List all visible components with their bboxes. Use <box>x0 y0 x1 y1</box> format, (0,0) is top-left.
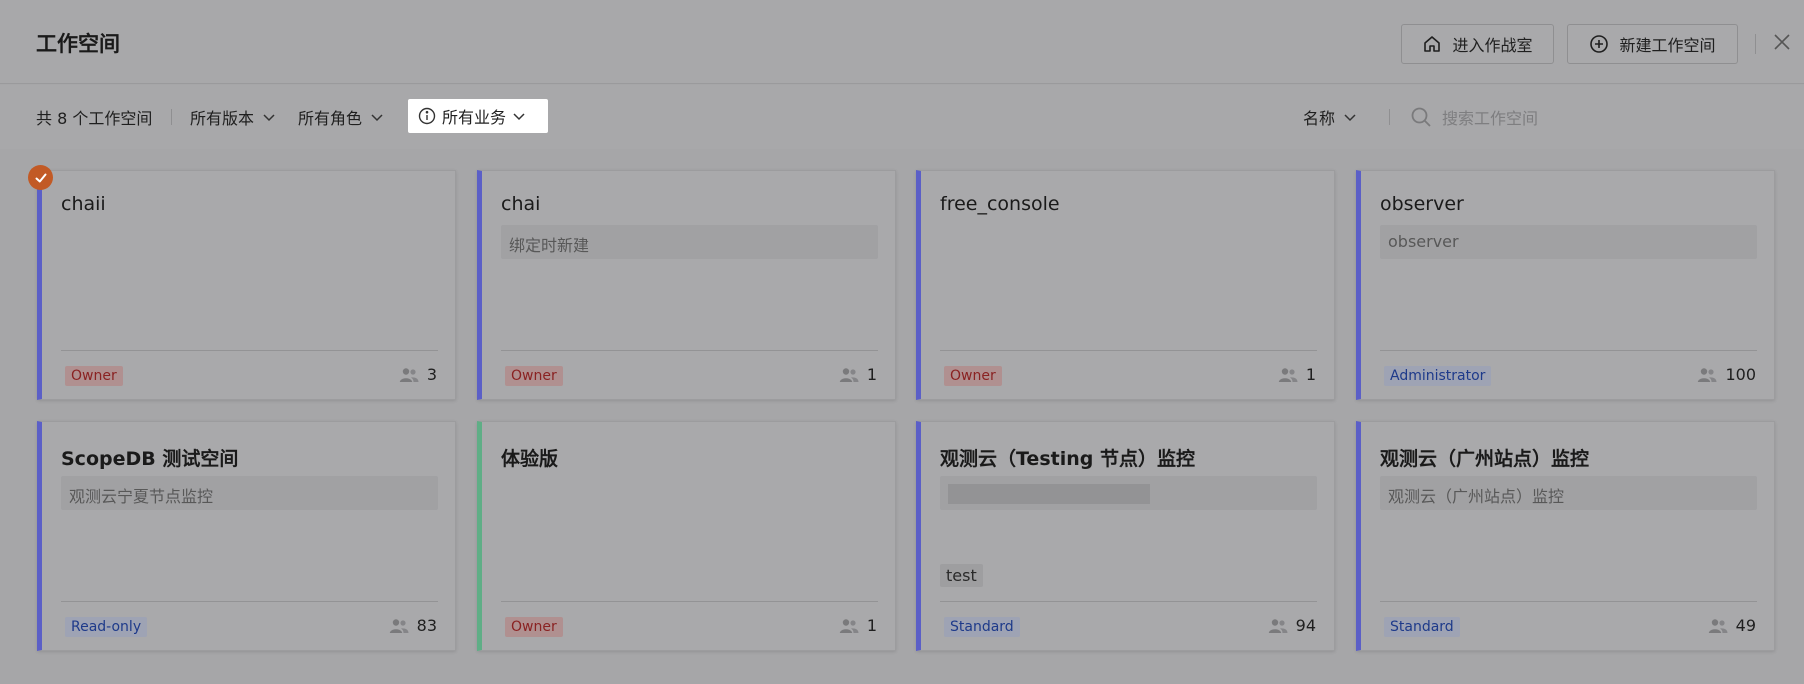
workspace-card[interactable]: free_console Owner 1 <box>916 170 1335 400</box>
member-count-value: 100 <box>1725 365 1756 384</box>
member-count-value: 94 <box>1295 616 1316 635</box>
member-count: 94 <box>1268 616 1316 635</box>
role-badge: Administrator <box>1384 366 1492 386</box>
workspace-description: observer <box>1380 225 1757 259</box>
role-badge: Standard <box>1384 617 1460 637</box>
member-count: 1 <box>839 616 877 635</box>
sort-select[interactable]: 名称 <box>1303 105 1357 129</box>
member-count: 100 <box>1697 365 1756 384</box>
workspace-description <box>940 476 1317 510</box>
member-count-value: 49 <box>1735 616 1756 635</box>
member-count: 3 <box>399 365 437 384</box>
workspace-tag: test <box>940 564 983 587</box>
users-icon <box>839 367 859 382</box>
users-icon <box>1268 618 1288 633</box>
workspace-grid: chaii Owner 3 chai 绑定时新建 Owner 1 free_co… <box>0 149 1804 684</box>
filter-bar: 共 8 个工作空间 所有版本 所有角色 所有业务 名称 搜索工作空间 <box>0 85 1804 149</box>
workspace-name: free_console <box>940 193 1060 215</box>
workspace-card[interactable]: chaii Owner 3 <box>37 170 456 400</box>
card-divider <box>61 601 438 602</box>
close-button[interactable] <box>1770 30 1794 54</box>
filter-divider <box>1389 109 1390 125</box>
users-icon <box>839 618 859 633</box>
workspace-card[interactable]: chai 绑定时新建 Owner 1 <box>477 170 896 400</box>
search-icon <box>1411 107 1431 127</box>
workspace-name: ScopeDB 测试空间 <box>61 448 239 470</box>
role-filter[interactable]: 所有角色 <box>298 105 384 129</box>
plus-circle-icon <box>1590 35 1609 53</box>
workspace-count: 共 8 个工作空间 <box>36 109 153 128</box>
new-workspace-label: 新建工作空间 <box>1619 36 1716 55</box>
workspace-name: 观测云（Testing 节点）监控 <box>940 448 1195 470</box>
version-filter[interactable]: 所有版本 <box>190 105 276 129</box>
chevron-down-icon <box>513 113 525 121</box>
search-placeholder: 搜索工作空间 <box>1442 109 1539 128</box>
member-count-value: 83 <box>416 616 437 635</box>
users-icon <box>399 367 419 382</box>
member-count-value: 3 <box>426 365 437 384</box>
business-filter-label: 所有业务 <box>442 108 507 127</box>
page-header: 工作空间 进入作战室 新建工作空间 <box>0 0 1804 84</box>
enter-warroom-button[interactable]: 进入作战室 <box>1401 24 1554 64</box>
workspace-name: chai <box>501 193 541 215</box>
workspace-name: 体验版 <box>501 448 559 470</box>
info-icon <box>418 107 436 125</box>
close-icon <box>1774 34 1790 50</box>
home-icon <box>1424 36 1441 52</box>
redacted-text <box>948 483 1150 504</box>
card-divider <box>1380 601 1757 602</box>
member-count: 83 <box>389 616 437 635</box>
role-badge: Read-only <box>65 617 148 637</box>
search-input[interactable]: 搜索工作空间 <box>1410 105 1538 129</box>
card-divider <box>61 350 438 351</box>
users-icon <box>1708 618 1728 633</box>
role-filter-label: 所有角色 <box>298 109 363 128</box>
enter-warroom-label: 进入作战室 <box>1452 36 1533 55</box>
workspace-name: 观测云（广州站点）监控 <box>1380 448 1590 470</box>
workspace-card[interactable]: observer observer Administrator 100 <box>1356 170 1775 400</box>
chevron-down-icon <box>1344 114 1356 122</box>
card-divider <box>1380 350 1757 351</box>
users-icon <box>1698 367 1717 382</box>
users-icon <box>389 618 409 633</box>
member-count: 1 <box>1278 365 1316 384</box>
role-badge: Owner <box>505 366 563 386</box>
workspace-card[interactable]: 体验版 Owner 1 <box>477 421 896 651</box>
card-divider <box>501 350 878 351</box>
card-divider <box>940 601 1317 602</box>
chevron-down-icon <box>263 114 275 122</box>
workspace-description: 观测云（广州站点）监控 <box>1380 476 1757 510</box>
workspace-description: 绑定时新建 <box>501 225 878 259</box>
member-count: 49 <box>1708 616 1756 635</box>
chevron-down-icon <box>371 114 383 122</box>
card-divider <box>940 350 1317 351</box>
page-title: 工作空间 <box>36 32 120 56</box>
users-icon <box>1278 367 1298 382</box>
role-badge: Standard <box>944 617 1020 637</box>
role-badge: Owner <box>944 366 1002 386</box>
role-badge: Owner <box>505 617 563 637</box>
business-filter[interactable]: 所有业务 <box>408 99 548 133</box>
card-divider <box>501 601 878 602</box>
workspace-name: chaii <box>61 193 106 215</box>
version-filter-label: 所有版本 <box>190 109 255 128</box>
sort-select-label: 名称 <box>1303 109 1336 128</box>
workspace-card[interactable]: 观测云（Testing 节点）监控 test Standard 94 <box>916 421 1335 651</box>
selected-check-icon <box>28 165 53 190</box>
member-count-value: 1 <box>866 365 877 384</box>
workspace-card[interactable]: ScopeDB 测试空间 观测云宁夏节点监控 Read-only 83 <box>37 421 456 651</box>
member-count-value: 1 <box>1305 365 1316 384</box>
member-count-value: 1 <box>866 616 877 635</box>
workspace-card[interactable]: 观测云（广州站点）监控 观测云（广州站点）监控 Standard 49 <box>1356 421 1775 651</box>
workspace-description: 观测云宁夏节点监控 <box>61 476 438 510</box>
workspace-name: observer <box>1380 193 1464 215</box>
new-workspace-button[interactable]: 新建工作空间 <box>1567 24 1738 64</box>
role-badge: Owner <box>65 366 123 386</box>
header-divider <box>1755 34 1756 54</box>
filter-divider <box>171 109 172 125</box>
member-count: 1 <box>839 365 877 384</box>
